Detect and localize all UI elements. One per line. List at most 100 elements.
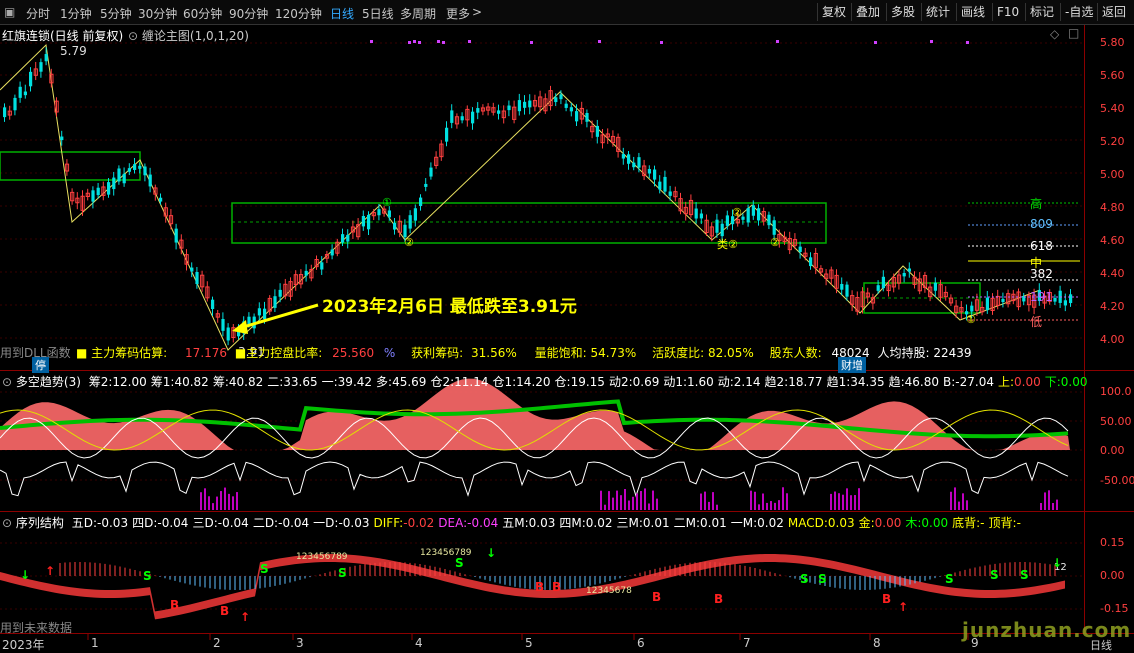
stat-label: 仓1:	[492, 375, 517, 389]
volume-bar	[770, 501, 772, 510]
settings-icon[interactable]: ⊙	[2, 516, 12, 530]
stat-value: -0.03	[97, 516, 129, 530]
chart-title: 红旗连锁(日线 前复权)	[2, 29, 124, 43]
candle	[247, 316, 251, 325]
panel2-title[interactable]: 多空趋势(3)	[16, 375, 81, 389]
stat-label: 二D:	[252, 516, 279, 530]
seq-label: 123456789	[420, 548, 472, 558]
stat-value: 0.00	[1014, 375, 1041, 389]
stat-label: 顶背:	[988, 516, 1017, 530]
volume-bar	[708, 501, 710, 510]
signal-mark: S	[455, 556, 464, 570]
candle	[523, 101, 527, 108]
volume-bar	[854, 495, 856, 510]
level-382: 382	[1030, 267, 1053, 281]
y-tick-label: 4.60	[1100, 234, 1125, 247]
indicator-name[interactable]: ⊙ 缠论主图(1,0,1,20)	[128, 27, 249, 44]
point-marker: 类②	[717, 238, 738, 251]
volume-bar	[232, 496, 234, 510]
x-tick-label: 1	[91, 636, 99, 650]
chart-canvas[interactable]	[0, 0, 1134, 651]
candle	[658, 181, 662, 190]
signal-mark: ↑	[898, 600, 909, 614]
candle	[3, 107, 7, 118]
candle	[450, 110, 454, 123]
stat-value: -0.04	[157, 516, 189, 530]
stat-label: 仓:	[554, 375, 571, 389]
stat-value: 46.80	[904, 375, 940, 389]
x-tick-label: 3	[296, 636, 304, 650]
stat-label: 筹:	[212, 375, 229, 389]
volume-bar	[758, 504, 760, 510]
candle	[143, 166, 147, 176]
signal-mark: B	[552, 580, 562, 594]
candle	[720, 223, 724, 237]
stat-value: 0.00	[874, 516, 902, 530]
x-tick-label: 4	[415, 636, 423, 650]
signal-dot	[776, 40, 779, 43]
candle	[304, 270, 308, 276]
volume-bar	[608, 491, 610, 510]
settings-icon[interactable]: ⊙	[128, 29, 138, 43]
settings-icon[interactable]: ⊙	[2, 375, 12, 389]
signal-dot	[874, 41, 877, 44]
candle	[471, 111, 475, 124]
stat-value: 45.69	[392, 375, 427, 389]
candle	[559, 94, 563, 100]
signal-dot	[408, 41, 411, 44]
candle	[772, 220, 776, 235]
signal-mark: S	[990, 568, 999, 582]
stat-label: 一D:	[313, 516, 339, 530]
panel2-stats: 筹2:12.00 筹1:40.82 筹:40.82 二:33.65 一:39.42 多:4…	[85, 375, 1088, 389]
stat-label: 筹2:	[88, 375, 113, 389]
indicator-label: 缠论主图(1,0,1,20)	[141, 29, 249, 43]
stat-value: 0.00	[1060, 375, 1088, 389]
panel3-title[interactable]: 序列结构	[16, 516, 64, 530]
level-191: 191	[1030, 290, 1053, 304]
stat-value: 12.00	[112, 375, 147, 389]
volume-bar	[212, 503, 214, 510]
candle	[554, 97, 558, 103]
candle	[653, 169, 657, 180]
volume-bar	[762, 493, 764, 510]
candle	[569, 107, 573, 112]
volume-bar	[204, 488, 206, 510]
stat-value: -0.04	[217, 516, 249, 530]
volume-bar	[624, 489, 626, 510]
volume-bar	[850, 495, 852, 510]
candle	[757, 208, 761, 221]
signal-dot	[437, 40, 440, 43]
volume-bar	[228, 493, 230, 510]
candle	[907, 268, 911, 272]
close-panel-icon[interactable]: □	[1068, 26, 1079, 40]
candle	[424, 183, 428, 187]
stat-value: 39.42	[337, 375, 373, 389]
stat-value: 0.03	[827, 516, 855, 530]
diamond-icon[interactable]: ◇	[1050, 27, 1059, 41]
y-tick-label: 50.00	[1100, 414, 1132, 428]
candle	[585, 112, 589, 122]
x-tick-label: 2	[213, 636, 221, 650]
stat-value: 19.15	[570, 375, 605, 389]
signal-mark: S	[143, 569, 152, 583]
candle	[361, 216, 365, 227]
level-high: 高	[1030, 197, 1043, 211]
signal-dot	[966, 41, 969, 44]
volume-bar	[640, 491, 642, 510]
candle	[621, 154, 625, 159]
point-marker: ②	[770, 236, 780, 249]
volume-bar	[958, 501, 960, 510]
candle	[876, 285, 880, 291]
candle	[221, 318, 225, 331]
volume-bar	[616, 490, 618, 510]
stat-value: -	[980, 516, 985, 530]
volume-bar	[200, 492, 202, 510]
stat-value: 0.69	[632, 375, 660, 389]
candle	[44, 54, 48, 62]
candle	[647, 169, 651, 174]
signal-mark: ↓	[1052, 556, 1063, 570]
stat-value: 0.00	[921, 516, 949, 530]
x-axis-year: 2023年	[2, 638, 45, 652]
stat-label: 筹1:	[150, 375, 175, 389]
signal-dot	[930, 40, 933, 43]
